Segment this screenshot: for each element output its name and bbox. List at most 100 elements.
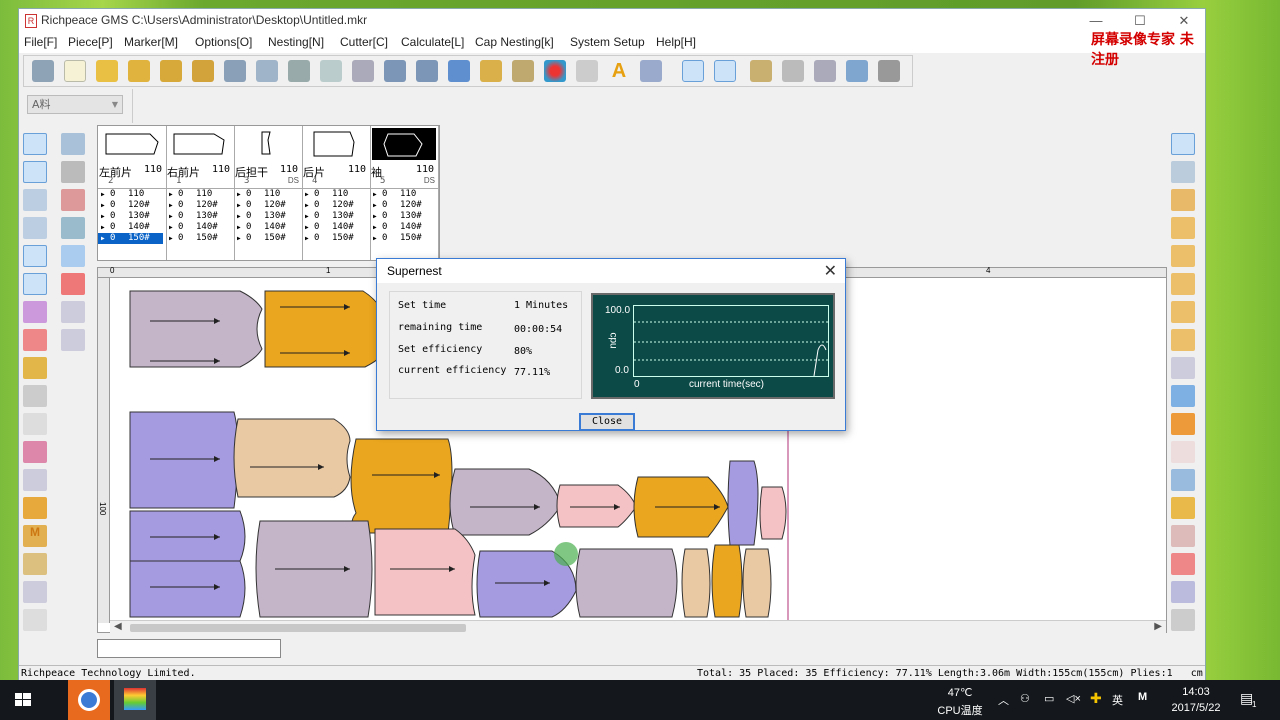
size-row[interactable]: ▶ 0 110 <box>98 189 166 200</box>
rotate-piece-icon[interactable] <box>23 385 47 407</box>
zoom-in-icon[interactable] <box>23 189 47 211</box>
layer-icon[interactable] <box>61 161 85 183</box>
mirror-icon[interactable] <box>23 441 47 463</box>
auto-arrange-icon[interactable] <box>23 497 47 519</box>
size-row[interactable]: ▶ 0 120# <box>234 200 302 211</box>
horizontal-scrollbar[interactable]: ◀ ▶ <box>110 620 1166 634</box>
size-row[interactable]: ▶ 0 140# <box>98 222 166 233</box>
user-icon[interactable]: ⚇ <box>1020 692 1030 705</box>
network-icon[interactable]: ▭ <box>1044 692 1054 705</box>
slide-icon[interactable] <box>61 245 85 267</box>
size-row[interactable]: ▶ 0 130# <box>234 211 302 222</box>
redo-icon[interactable] <box>416 60 438 82</box>
layout-view-icon[interactable] <box>682 60 704 82</box>
delete-right-icon[interactable] <box>1171 553 1195 575</box>
piece-thumbnail[interactable] <box>100 128 164 160</box>
magnify-icon[interactable] <box>23 301 47 323</box>
size-row[interactable]: ▶ 0 130# <box>166 211 234 222</box>
remove-piece-icon[interactable] <box>61 189 85 211</box>
size-row[interactable]: ▶ 0 110 <box>370 189 438 200</box>
pencil-icon[interactable] <box>480 60 502 82</box>
list-view-icon[interactable] <box>714 60 736 82</box>
plotter-right-icon[interactable] <box>1171 581 1195 603</box>
cancel-move-icon[interactable] <box>61 273 85 295</box>
menu-cap-nesting[interactable]: Cap Nesting[k] <box>475 35 554 49</box>
no-overlap-icon[interactable] <box>23 329 47 351</box>
size-row[interactable]: ▶ 0 110 <box>166 189 234 200</box>
piece-right-icon-5[interactable] <box>1171 329 1195 351</box>
open-marker-icon[interactable] <box>32 60 54 82</box>
security-icon[interactable]: ✚ <box>1090 690 1102 707</box>
close-button[interactable]: Close <box>579 413 635 431</box>
split-icon[interactable] <box>23 469 47 491</box>
size-row[interactable]: ▶ 0 120# <box>166 200 234 211</box>
speaker-icon[interactable]: ◁× <box>1066 692 1081 705</box>
find-icon[interactable] <box>61 329 85 351</box>
menu-system-setup[interactable]: System Setup <box>570 35 645 49</box>
size-row[interactable]: ▶ 0 150# <box>98 233 163 244</box>
size-row[interactable]: ▶ 0 140# <box>302 222 370 233</box>
piece-column[interactable]: 后片 110 4 ▶ 0 110 ▶ 0 120# ▶ 0 130# ▶ 0 140# ▶ 0 150# <box>302 126 371 260</box>
report-icon[interactable] <box>750 60 772 82</box>
size-row[interactable]: ▶ 0 110 <box>234 189 302 200</box>
start-button[interactable] <box>10 680 36 720</box>
search-piece-icon[interactable] <box>61 301 85 323</box>
menu-piece[interactable]: Piece[P] <box>68 35 113 49</box>
size-row[interactable]: ▶ 0 140# <box>370 222 438 233</box>
ruler-icon[interactable] <box>23 357 47 379</box>
piece-thumbnail[interactable] <box>236 128 300 160</box>
size-row[interactable]: ▶ 0 130# <box>302 211 370 222</box>
piece-right-icon-3[interactable] <box>1171 273 1195 295</box>
import-icon[interactable] <box>128 60 150 82</box>
fabric-combo[interactable]: A料 ▼ <box>27 95 123 114</box>
chevron-up-icon[interactable]: ︿ <box>998 692 1009 708</box>
piece-thumbnail[interactable] <box>168 128 232 160</box>
drag-piece-icon[interactable] <box>23 273 47 295</box>
size-row[interactable]: ▶ 0 110 <box>302 189 370 200</box>
align-icon[interactable] <box>23 553 47 575</box>
zoom-out-right-icon[interactable] <box>1171 161 1195 183</box>
image-icon[interactable] <box>640 60 662 82</box>
scroll-thumb[interactable] <box>130 624 466 632</box>
grid-icon[interactable] <box>576 60 598 82</box>
undo-icon[interactable] <box>384 60 406 82</box>
scroll-right-icon[interactable]: ▶ <box>1154 621 1162 632</box>
zoom-all-icon[interactable] <box>23 217 47 239</box>
save-icon[interactable] <box>160 60 182 82</box>
text-tool-icon[interactable]: A <box>608 60 630 82</box>
delete-icon[interactable] <box>878 60 900 82</box>
crop-icon[interactable] <box>23 413 47 435</box>
rotate-icon[interactable] <box>448 60 470 82</box>
flip-icon[interactable] <box>846 60 868 82</box>
menu-cutter[interactable]: Cutter[C] <box>340 35 388 49</box>
shift-icon[interactable] <box>61 217 85 239</box>
refresh-icon[interactable] <box>23 609 47 631</box>
size-row[interactable]: ▶ 0 130# <box>98 211 166 222</box>
ime-indicator[interactable]: 英 <box>1112 692 1123 708</box>
taskbar-app-media[interactable] <box>68 680 110 720</box>
save-as-icon[interactable] <box>192 60 214 82</box>
size-row[interactable]: ▶ 0 120# <box>302 200 370 211</box>
select-arrow-icon[interactable] <box>23 133 47 155</box>
ime-m-icon[interactable]: M <box>1138 691 1147 703</box>
marker-m-icon[interactable]: M <box>23 525 47 547</box>
size-row[interactable]: ▶ 0 120# <box>98 200 166 211</box>
piece-column[interactable]: 右前片 110 1 ▶ 0 110 ▶ 0 120# ▶ 0 130# ▶ 0 140# ▶ 0 150# <box>166 126 235 260</box>
folder-right-icon[interactable] <box>1171 497 1195 519</box>
size-row[interactable]: ▶ 0 150# <box>234 233 302 244</box>
zoom-window-icon[interactable] <box>23 161 47 183</box>
move-icon[interactable] <box>814 60 836 82</box>
piece-tool-icon[interactable] <box>224 60 246 82</box>
piece-thumbnail[interactable] <box>304 128 368 160</box>
command-input[interactable] <box>97 639 281 658</box>
orange-piece-icon[interactable] <box>1171 413 1195 435</box>
menu-file[interactable]: File[F] <box>24 35 57 49</box>
cutter-icon[interactable] <box>320 60 342 82</box>
size-row[interactable]: ▶ 0 150# <box>302 233 370 244</box>
piece-right-icon-6[interactable] <box>1171 357 1195 379</box>
dialog-close-icon[interactable]: ✕ <box>824 261 837 281</box>
piece-right-icon-2[interactable] <box>1171 245 1195 267</box>
piece-right-icon-4[interactable] <box>1171 301 1195 323</box>
group-icon[interactable] <box>23 581 47 603</box>
minimize-button[interactable]: — <box>1081 11 1111 31</box>
